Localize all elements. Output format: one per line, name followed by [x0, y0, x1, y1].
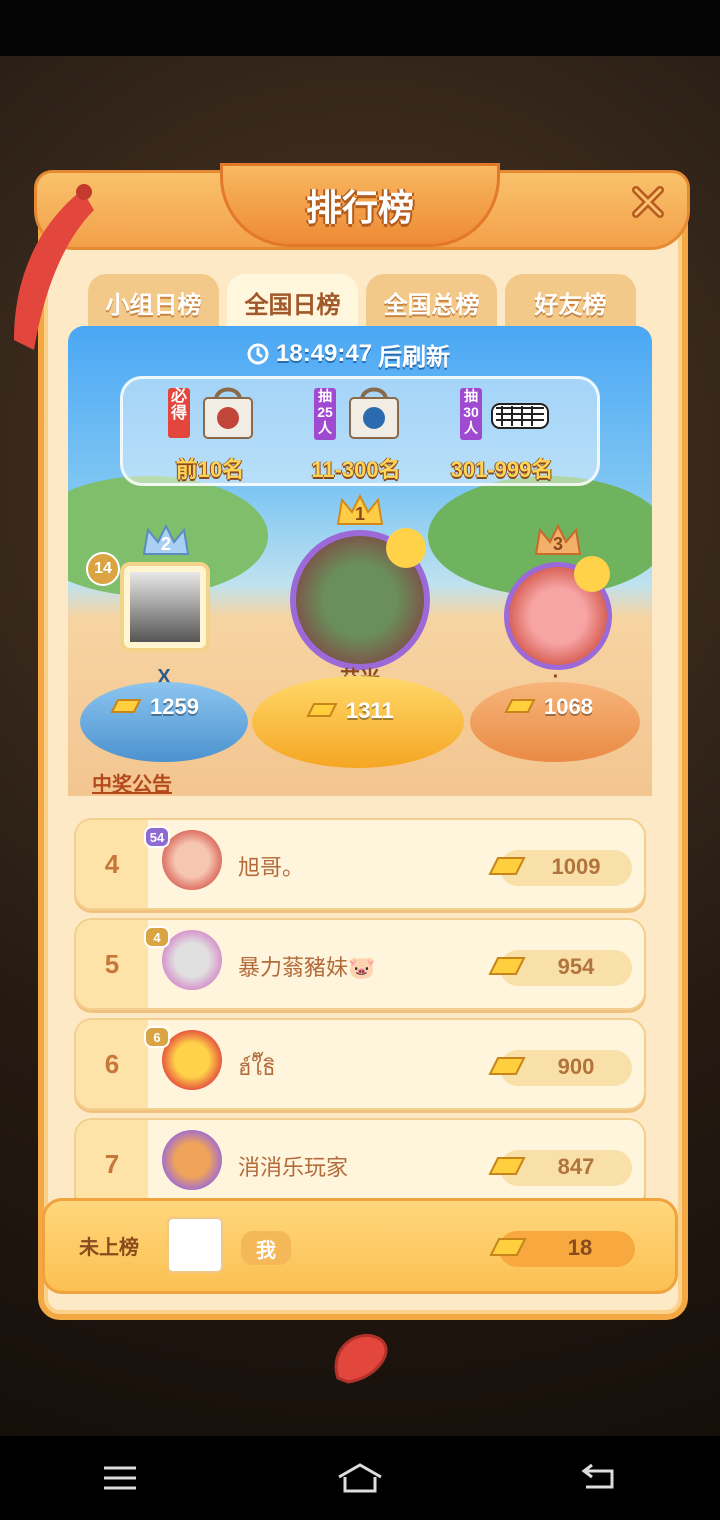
- rank-number: 6: [104, 1048, 120, 1079]
- prize-label: 301-999名: [450, 457, 554, 482]
- close-button[interactable]: [622, 176, 674, 228]
- prize-301-999[interactable]: 抽30人 301-999名: [432, 382, 572, 482]
- tab-national-daily[interactable]: 全国日榜: [227, 274, 358, 330]
- avatar-frame: [120, 562, 210, 652]
- rank-list: 4 54 旭哥。 1009 5 4 暴力蓊豬妹🐷 954 6 6 ฮ์ใ๊ธิ …: [74, 818, 646, 1218]
- clock-icon: [247, 343, 269, 365]
- tab-label: 全国日榜: [244, 291, 341, 319]
- player-name: 消消乐玩家: [238, 1155, 349, 1180]
- page-title: 排行榜: [305, 187, 414, 228]
- crown-rank: 3: [552, 534, 563, 554]
- title-plaque: 排行榜: [220, 163, 500, 247]
- gold-bar-icon: [306, 703, 338, 717]
- frame-ornament: [574, 556, 610, 592]
- crown-bronze: 3: [532, 520, 584, 560]
- tote-bag-icon: [349, 387, 399, 439]
- waist-bag-icon: [491, 403, 549, 429]
- tab-friends[interactable]: 好友榜: [505, 274, 636, 330]
- close-icon: [632, 186, 664, 218]
- score-value: 847: [557, 1154, 595, 1179]
- rank-number: 7: [104, 1148, 120, 1179]
- list-item[interactable]: 7 消消乐玩家 847: [74, 1118, 646, 1210]
- tab-bar: 小组日榜 全国日榜 全国总榜 好友榜: [88, 274, 636, 330]
- tab-label: 小组日榜: [105, 291, 202, 319]
- level-badge: 6: [144, 1026, 170, 1048]
- status-bar: [0, 0, 720, 56]
- avatar[interactable]: [162, 930, 222, 990]
- announcement-link[interactable]: 中奖公告: [92, 768, 172, 797]
- refresh-countdown: 18:49:47 后刷新: [246, 338, 451, 371]
- player-name: 暴力蓊豬妹🐷: [238, 955, 376, 980]
- my-name: 我: [241, 1231, 291, 1265]
- ribbon-knot-decoration: [334, 1333, 388, 1384]
- gold-bar-icon: [110, 699, 142, 713]
- tab-label: 好友榜: [534, 291, 607, 319]
- menu-button[interactable]: [90, 1448, 150, 1508]
- score-value: 1311: [346, 698, 394, 723]
- frame-ornament: [386, 528, 426, 568]
- tab-label: 全国总榜: [383, 291, 480, 319]
- list-item[interactable]: 4 54 旭哥。 1009: [74, 818, 646, 910]
- tab-national-total[interactable]: 全国总榜: [366, 274, 497, 330]
- level-badge: 14: [86, 552, 120, 586]
- rank-number: 4: [104, 848, 120, 879]
- prize-top10[interactable]: 必得 前10名: [140, 382, 280, 482]
- home-icon: [338, 1463, 382, 1493]
- my-avatar[interactable]: [167, 1217, 223, 1273]
- my-score: 18: [567, 1235, 593, 1260]
- menu-icon: [104, 1466, 136, 1490]
- countdown-suffix: 后刷新: [378, 343, 451, 371]
- crown-rank: 2: [160, 534, 171, 554]
- player-name: 旭哥。: [238, 855, 305, 880]
- rank-number: 5: [104, 948, 120, 979]
- player-name: ฮ์ใ๊ธิ: [238, 1055, 276, 1080]
- podium-score-third: 1068: [504, 694, 593, 720]
- score-value: 1068: [544, 694, 593, 719]
- avatar[interactable]: [162, 830, 222, 890]
- avatar[interactable]: [130, 572, 200, 642]
- tab-group-daily[interactable]: 小组日榜: [88, 274, 219, 330]
- tote-bag-icon: [203, 387, 253, 439]
- back-icon: [581, 1463, 614, 1489]
- system-nav-bar: [0, 1436, 720, 1520]
- avatar[interactable]: [162, 1130, 222, 1190]
- podium-score-first: 1311: [306, 698, 394, 724]
- level-badge: 4: [144, 926, 170, 948]
- prize-tag: 抽30人: [460, 388, 482, 440]
- score-value: 1009: [551, 854, 601, 879]
- crown-silver: 2: [140, 520, 192, 560]
- list-item[interactable]: 6 6 ฮ์ใ๊ธิ 900: [74, 1018, 646, 1110]
- gold-bar-icon: [504, 699, 536, 713]
- my-rank-bar[interactable]: 未上榜 我 18: [42, 1198, 678, 1294]
- score-value: 1259: [150, 694, 199, 719]
- prize-11-300[interactable]: 抽25人 11-300名: [286, 382, 426, 482]
- home-button[interactable]: [330, 1448, 390, 1508]
- back-button[interactable]: [570, 1448, 630, 1508]
- list-item[interactable]: 5 4 暴力蓊豬妹🐷 954: [74, 918, 646, 1010]
- countdown-time: 18:49:47: [276, 340, 373, 367]
- prize-tag: 必得: [168, 388, 190, 438]
- podium-score-second: 1259: [110, 694, 199, 720]
- crown-rank: 1: [354, 504, 365, 524]
- score-value: 900: [557, 1054, 595, 1079]
- my-rank-status: 未上榜: [79, 1237, 139, 1259]
- score-value: 954: [557, 954, 595, 979]
- avatar[interactable]: [162, 1030, 222, 1090]
- prize-tag: 抽25人: [314, 388, 336, 440]
- crown-gold: 1: [334, 490, 386, 530]
- level-badge: 54: [144, 826, 170, 848]
